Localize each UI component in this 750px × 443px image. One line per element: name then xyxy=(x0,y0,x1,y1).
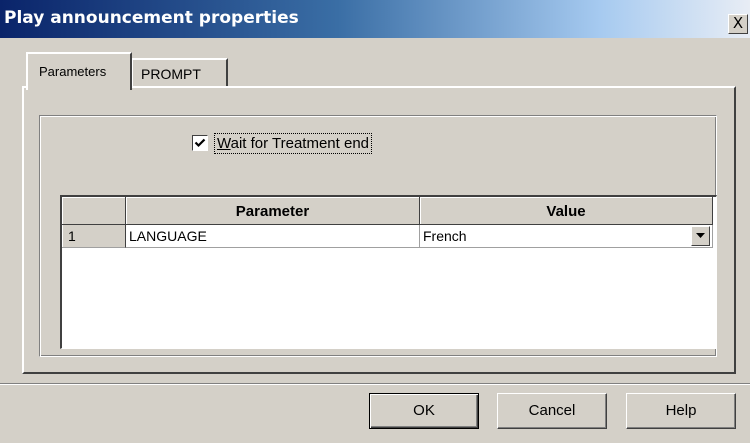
title-bar[interactable]: Play announcement properties X xyxy=(0,0,750,38)
bottom-separator xyxy=(0,383,750,385)
wait-for-treatment-label[interactable]: Wait for Treatment end xyxy=(214,133,373,154)
chevron-down-icon xyxy=(696,233,705,238)
mnemonic-letter: W xyxy=(217,135,231,152)
parameters-grid[interactable]: Parameter Value 1 LANGUAGE French xyxy=(60,195,717,349)
window-title: Play announcement properties xyxy=(4,8,299,28)
ok-button[interactable]: OK xyxy=(369,393,479,429)
tab-parameters-label: Parameters xyxy=(39,64,107,79)
checkmark-icon xyxy=(194,138,206,148)
tab-parameters[interactable]: Parameters xyxy=(26,52,132,90)
close-button[interactable]: X xyxy=(728,14,748,34)
dropdown-button[interactable] xyxy=(691,226,710,246)
value-dropdown[interactable]: French xyxy=(420,225,713,248)
wait-for-treatment-checkbox[interactable] xyxy=(192,135,208,151)
dialog-window: Play announcement properties X Parameter… xyxy=(0,0,750,443)
cancel-button[interactable]: Cancel xyxy=(497,393,607,429)
value-selected: French xyxy=(423,228,467,244)
close-icon: X xyxy=(732,14,744,32)
column-header-value[interactable]: Value xyxy=(420,197,713,225)
grid-corner-header xyxy=(62,197,126,225)
parameter-cell[interactable]: LANGUAGE xyxy=(126,225,420,248)
help-button[interactable]: Help xyxy=(626,393,736,429)
label-rest: ait for Treatment end xyxy=(230,135,370,152)
parameters-panel: Wait for Treatment end Parameter Value 1… xyxy=(22,86,736,374)
tab-prompt-label: PROMPT xyxy=(141,66,201,82)
tab-prompt[interactable]: PROMPT xyxy=(131,58,228,88)
column-header-parameter[interactable]: Parameter xyxy=(126,197,420,225)
row-number[interactable]: 1 xyxy=(62,225,126,248)
